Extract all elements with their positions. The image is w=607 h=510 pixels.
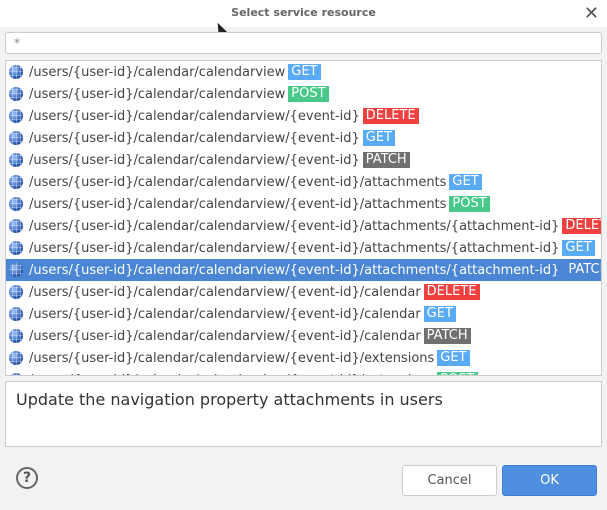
list-item[interactable]: /users/{user-id}/calendar/calendarview GE…: [6, 61, 601, 83]
method-badge: DELETE: [362, 108, 419, 124]
globe-icon: [9, 131, 23, 145]
method-badge: POST: [288, 86, 329, 102]
list-item[interactable]: /users/{user-id}/calendar/calendarview/{…: [6, 325, 601, 347]
list-item[interactable]: /users/{user-id}/calendar/calendarview/{…: [6, 105, 601, 127]
resource-path: /users/{user-id}/calendar/calendarview/{…: [29, 240, 560, 256]
method-badge: GET: [288, 64, 321, 80]
resource-path: /users/{user-id}/calendar/calendarview/{…: [29, 284, 421, 300]
resource-path: /users/{user-id}/calendar/calendarview: [29, 64, 286, 80]
globe-icon: [9, 197, 23, 211]
globe-icon: [9, 175, 23, 189]
resource-path: /users/{user-id}/calendar/calendarview/{…: [29, 350, 435, 366]
globe-icon: [9, 153, 23, 167]
globe-icon: [9, 285, 23, 299]
resource-path: /users/{user-id}/calendar/calendarview: [29, 86, 286, 102]
title-bar: Select service resource ✕: [0, 0, 607, 27]
globe-icon: [9, 373, 23, 375]
globe-icon: [9, 219, 23, 233]
method-badge: GET: [437, 350, 470, 366]
globe-icon: [9, 109, 23, 123]
globe-icon: [9, 65, 23, 79]
resource-path: /users/{user-id}/calendar/calendarview/{…: [29, 152, 360, 168]
method-badge: DELETE: [562, 218, 601, 234]
method-badge: GET: [562, 240, 595, 256]
method-badge: GET: [362, 130, 395, 146]
ok-button[interactable]: OK: [502, 465, 597, 496]
list-item[interactable]: /users/{user-id}/calendar/calendarview/{…: [6, 193, 601, 215]
resource-path: /users/{user-id}/calendar/calendarview/{…: [29, 130, 360, 146]
method-badge: GET: [423, 306, 456, 322]
method-badge: PATCH: [568, 262, 601, 277]
resource-path: /users/{user-id}/calendar/calendarview/{…: [29, 218, 560, 234]
resource-path: /users/{user-id}/calendar/calendarview/{…: [29, 108, 360, 124]
resource-path: /users/{user-id}/calendar/calendarview/{…: [29, 328, 421, 344]
search-input[interactable]: [5, 32, 602, 54]
method-badge: DELETE: [423, 284, 480, 300]
resource-path: /users/{user-id}/calendar/calendarview/{…: [29, 306, 421, 322]
list-item[interactable]: /users/{user-id}/calendar/calendarview/{…: [6, 281, 601, 303]
method-badge: POST: [449, 196, 490, 212]
list-item[interactable]: /users/{user-id}/calendar/calendarview/{…: [6, 347, 601, 369]
resource-list[interactable]: /users/{user-id}/calendar/calendarview GE…: [5, 60, 602, 376]
list-item[interactable]: /users/{user-id}/calendar/calendarview/{…: [6, 369, 601, 376]
list-item[interactable]: /users/{user-id}/calendar/calendarview/{…: [6, 127, 601, 149]
resource-path: /users/{user-id}/calendar/calendarview/{…: [29, 174, 447, 190]
method-badge: POST: [437, 372, 478, 375]
globe-icon: [9, 241, 23, 255]
help-icon[interactable]: ?: [16, 467, 38, 489]
method-badge: GET: [449, 174, 482, 190]
list-item[interactable]: /users/{user-id}/calendar/calendarview/{…: [6, 259, 601, 281]
globe-icon: [9, 329, 23, 343]
list-item[interactable]: /users/{user-id}/calendar/calendarview/{…: [6, 149, 601, 171]
list-item[interactable]: /users/{user-id}/calendar/calendarview/{…: [6, 215, 601, 237]
list-item[interactable]: /users/{user-id}/calendar/calendarview/{…: [6, 303, 601, 325]
globe-icon: [9, 351, 23, 365]
method-badge: PATCH: [362, 152, 410, 168]
globe-icon: [9, 263, 23, 277]
cancel-button[interactable]: Cancel: [402, 465, 497, 496]
resource-path: /users/{user-id}/calendar/calendarview/{…: [29, 373, 434, 376]
method-badge: PATCH: [423, 328, 471, 344]
resource-path: /users/{user-id}/calendar/calendarview/{…: [29, 196, 447, 212]
list-item[interactable]: /users/{user-id}/calendar/calendarview/{…: [6, 171, 601, 193]
list-item[interactable]: /users/{user-id}/calendar/calendarview PO…: [6, 83, 601, 105]
globe-icon: [9, 307, 23, 321]
resource-path: /users/{user-id}/calendar/calendarview/{…: [29, 262, 560, 278]
list-item[interactable]: /users/{user-id}/calendar/calendarview/{…: [6, 237, 601, 259]
description-text: Update the navigation property attachmen…: [5, 381, 602, 447]
close-icon[interactable]: ✕: [584, 3, 599, 24]
globe-icon: [9, 87, 23, 101]
dialog-title: Select service resource: [231, 6, 376, 19]
